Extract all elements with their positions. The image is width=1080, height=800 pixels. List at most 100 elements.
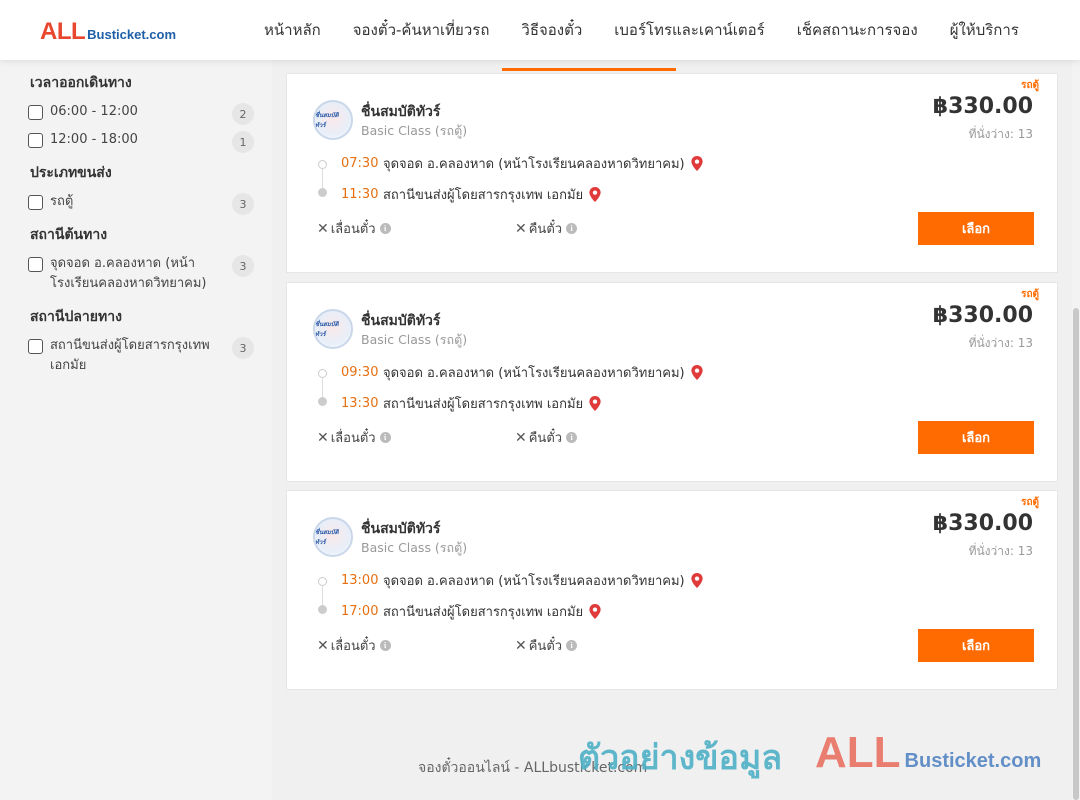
filter-option[interactable]: 06:00 - 12:00 2	[28, 102, 254, 125]
route-end-dot	[318, 397, 327, 406]
info-icon[interactable]: i	[379, 432, 391, 443]
operator-logo-text: ชื่นสมบัติ ทัวร์	[315, 321, 339, 338]
filter-title: เวลาออกเดินทาง	[30, 75, 132, 91]
option-count-badge: 1	[232, 131, 254, 153]
map-pin-icon[interactable]	[589, 396, 601, 411]
map-pin-icon[interactable]	[690, 573, 703, 588]
select-button[interactable]: เลือก	[918, 212, 1034, 245]
checkbox[interactable]	[28, 339, 43, 354]
info-icon[interactable]: i	[379, 223, 391, 234]
x-icon: ✕	[317, 429, 329, 446]
option-label: 06:00 - 12:00	[50, 104, 138, 119]
change-policy: ✕ เลื่อนตั๋ว i	[317, 218, 391, 239]
map-pin-icon[interactable]	[589, 187, 601, 202]
nav-how-to-book[interactable]: วิธีจองตั๋ว	[505, 0, 598, 60]
x-icon: ✕	[515, 637, 527, 654]
operator-name: ชื่นสมบัติทัวร์	[361, 313, 441, 329]
filter-option[interactable]: สถานีขนส่งผู้โดยสารกรุงเทพ เอกมัย 3	[28, 336, 254, 376]
filter-title: สถานีปลายทาง	[30, 309, 122, 325]
trip-card: รถตู้ ชื่นสมบัติ ทัวร์ ชื่นสมบัติทัวร์ B…	[286, 490, 1058, 690]
route-end-dot	[318, 605, 327, 614]
refund-policy: ✕ คืนตั๋ว i	[515, 427, 578, 448]
departure-stop: 13:00 จุดจอด อ.คลองหาด (หน้าโรงเรียนคลอง…	[341, 570, 703, 591]
info-icon[interactable]: i	[566, 223, 578, 234]
x-icon: ✕	[317, 220, 329, 237]
operator-logo: ชื่นสมบัติ ทัวร์	[313, 517, 353, 557]
seats-available: ที่นั่งว่าง: 13	[968, 127, 1033, 141]
site-logo[interactable]: ALL Busticket.com	[40, 18, 176, 46]
operator-logo-text: ชื่นสมบัติ ทัวร์	[315, 112, 339, 129]
select-button[interactable]: เลือก	[918, 421, 1034, 454]
map-pin-icon[interactable]	[690, 156, 703, 171]
change-label: เลื่อนตั๋ว	[330, 639, 376, 654]
x-icon: ✕	[317, 637, 329, 654]
checkbox[interactable]	[28, 195, 43, 210]
filter-option[interactable]: 12:00 - 18:00 1	[28, 130, 254, 153]
nav-operators[interactable]: ผู้ให้บริการ	[934, 0, 1035, 60]
info-icon[interactable]: i	[379, 640, 391, 651]
top-header: ALL Busticket.com หน้าหลัก จองตั๋ว-ค้นหา…	[0, 0, 1080, 60]
departure-place: จุดจอด อ.คลองหาด (หน้าโรงเรียนคลองหาดวิท…	[383, 366, 685, 381]
scrollbar-thumb[interactable]	[1073, 308, 1079, 800]
arrival-time: 11:30	[341, 187, 379, 202]
option-label: รถตู้	[50, 194, 74, 209]
refund-label: คืนตั๋ว	[528, 222, 563, 237]
filter-option[interactable]: รถตู้ 3	[28, 192, 254, 215]
map-pin-icon[interactable]	[589, 604, 601, 619]
filter-sidebar: เวลาออกเดินทาง 06:00 - 12:00 2 12:00 - 1…	[0, 60, 272, 800]
checkbox[interactable]	[28, 133, 43, 148]
seats-available: ที่นั่งว่าง: 13	[968, 544, 1033, 558]
change-policy: ✕ เลื่อนตั๋ว i	[317, 427, 391, 448]
nav-book-search[interactable]: จองตั๋ว-ค้นหาเที่ยวรถ	[337, 0, 506, 60]
filter-destination: สถานีปลายทาง สถานีขนส่งผู้โดยสารกรุงเทพ …	[28, 306, 254, 376]
x-icon: ✕	[515, 220, 527, 237]
refund-label: คืนตั๋ว	[528, 431, 563, 446]
departure-time: 13:00	[341, 573, 379, 588]
service-class: Basic Class (รถตู้)	[361, 540, 468, 555]
arrival-place: สถานีขนส่งผู้โดยสารกรุงเทพ เอกมัย	[383, 188, 584, 203]
watermark-logo-all: ALL	[815, 728, 901, 777]
route-line	[322, 378, 323, 398]
refund-label: คืนตั๋ว	[528, 639, 563, 654]
option-label: สถานีขนส่งผู้โดยสารกรุงเทพ เอกมัย	[50, 338, 210, 373]
watermark-text: ตัวอย่างข้อมูล	[578, 738, 783, 778]
departure-time: 09:30	[341, 365, 379, 380]
price: ฿330.00	[932, 303, 1033, 328]
x-icon: ✕	[515, 429, 527, 446]
departure-stop: 07:30 จุดจอด อ.คลองหาด (หน้าโรงเรียนคลอง…	[341, 153, 703, 174]
select-button[interactable]: เลือก	[918, 629, 1034, 662]
checkbox[interactable]	[28, 257, 43, 272]
map-pin-icon[interactable]	[690, 365, 703, 380]
option-label: จุดจอด อ.คลองหาด (หน้าโรงเรียนคลองหาดวิท…	[50, 256, 207, 291]
main-nav: หน้าหลัก จองตั๋ว-ค้นหาเที่ยวรถ วิธีจองตั…	[248, 0, 1035, 60]
info-icon[interactable]: i	[566, 432, 578, 443]
change-label: เลื่อนตั๋ว	[330, 431, 376, 446]
arrival-stop: 13:30 สถานีขนส่งผู้โดยสารกรุงเทพ เอกมัย	[341, 393, 601, 414]
trip-card: รถตู้ ชื่นสมบัติ ทัวร์ ชื่นสมบัติทัวร์ B…	[286, 73, 1058, 273]
option-count-badge: 3	[232, 255, 254, 277]
filter-option[interactable]: จุดจอด อ.คลองหาด (หน้าโรงเรียนคลองหาดวิท…	[28, 254, 254, 294]
nav-home[interactable]: หน้าหลัก	[248, 0, 337, 60]
service-class: Basic Class (รถตู้)	[361, 332, 468, 347]
option-count-badge: 3	[232, 193, 254, 215]
watermark-logo-rest: Busticket.com	[904, 750, 1042, 772]
operator-logo: ชื่นสมบัติ ทัวร์	[313, 100, 353, 140]
change-policy: ✕ เลื่อนตั๋ว i	[317, 635, 391, 656]
logo-rest-text: Busticket.com	[87, 27, 177, 42]
departure-place: จุดจอด อ.คลองหาด (หน้าโรงเรียนคลองหาดวิท…	[383, 574, 685, 589]
filter-title: ประเภทขนส่ง	[30, 165, 112, 181]
watermark-logo: ALL Busticket.com	[815, 728, 1041, 778]
nav-phone-counter[interactable]: เบอร์โทรและเคาน์เตอร์	[598, 0, 780, 60]
route-start-dot	[318, 160, 327, 169]
filter-origin: สถานีต้นทาง จุดจอด อ.คลองหาด (หน้าโรงเรี…	[28, 224, 254, 294]
operator-logo-text: ชื่นสมบัติ ทัวร์	[315, 529, 339, 546]
route-start-dot	[318, 577, 327, 586]
vehicle-type-tag: รถตู้	[1021, 497, 1039, 508]
operator-name: ชื่นสมบัติทัวร์	[361, 521, 441, 537]
filter-transport-type: ประเภทขนส่ง รถตู้ 3	[28, 162, 254, 215]
info-icon[interactable]: i	[566, 640, 578, 651]
refund-policy: ✕ คืนตั๋ว i	[515, 218, 578, 239]
checkbox[interactable]	[28, 105, 43, 120]
nav-check-status[interactable]: เช็คสถานะการจอง	[781, 0, 934, 60]
logo-all-text: ALL	[40, 18, 86, 45]
